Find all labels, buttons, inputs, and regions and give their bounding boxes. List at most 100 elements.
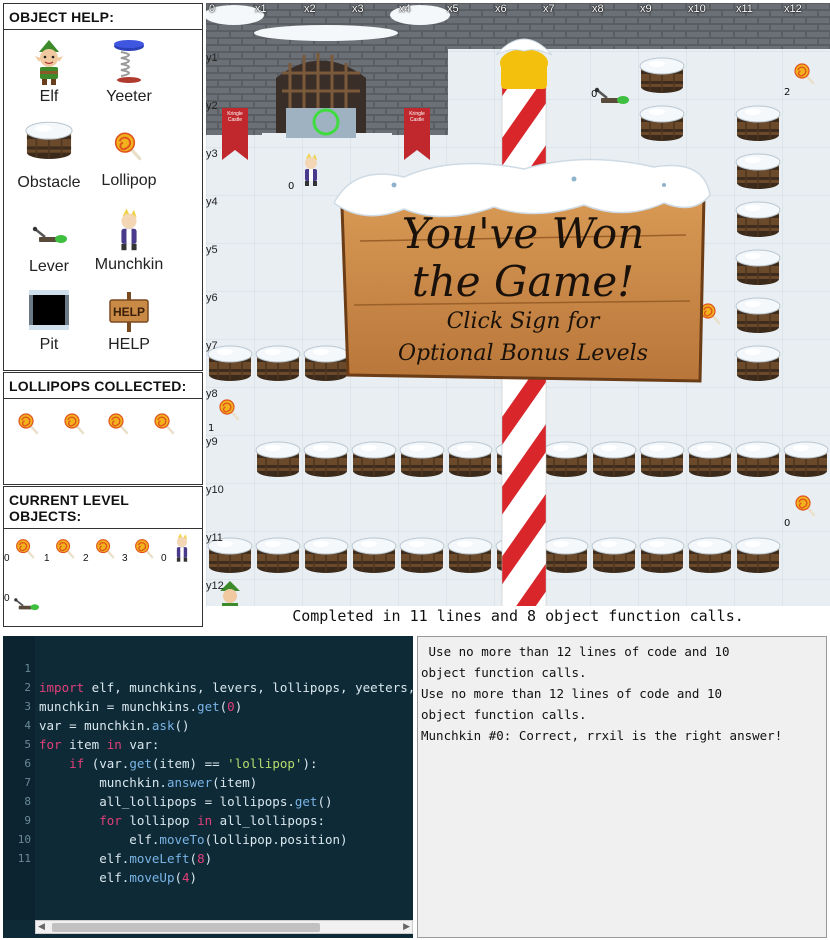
obstacle-barrel	[735, 153, 781, 190]
code-line[interactable]: 2 munchkin = munchkins.get(0)	[3, 659, 413, 714]
y-axis-label: y5	[206, 244, 218, 256]
current-level-objects-panel: CURRENT LEVEL OBJECTS: 0 1 2 3 0 0	[3, 486, 203, 627]
current-level-objects-header: CURRENT LEVEL OBJECTS:	[4, 487, 202, 529]
castle	[206, 5, 450, 160]
obstacle-barrel	[303, 537, 349, 574]
code-line[interactable]: 7 all_lollipops = lollipops.get()	[3, 754, 413, 809]
x-axis-label: x1	[255, 3, 267, 15]
help-item-lever[interactable]: Lever	[4, 216, 94, 276]
lollipop-id: 1	[208, 423, 215, 434]
code-line[interactable]: 10 elf.moveLeft(8)	[3, 811, 413, 866]
castle-banner-left: Kringle Castle	[227, 111, 243, 123]
help-item-lollipop[interactable]: Lollipop	[84, 126, 174, 190]
object-help-header: OBJECT HELP:	[4, 4, 202, 30]
level-munchkin-icon[interactable]	[170, 531, 194, 565]
code-line[interactable]: 6 munchkin.answer(item)	[3, 735, 413, 790]
code-text[interactable]: elf.moveLeft(8)	[39, 849, 212, 868]
y-axis-label: y2	[206, 100, 218, 112]
obstacle-barrel	[735, 297, 781, 334]
obstacle-barrel	[447, 537, 493, 574]
help-label-pit: Pit	[39, 336, 59, 353]
console-line: Use no more than 12 lines of code and 10	[421, 686, 723, 701]
y-axis-label: y9	[206, 436, 218, 448]
y-axis-label: y11	[206, 532, 223, 544]
lever-id: 0	[591, 89, 598, 100]
level-lollipop-icon[interactable]	[12, 535, 36, 561]
code-line[interactable]: 9 elf.moveTo(lollipop.position)	[3, 792, 413, 847]
barrel-icon	[25, 121, 73, 160]
obstacle-barrel	[303, 441, 349, 478]
scroll-right-arrow[interactable]: ▶	[403, 922, 410, 932]
level-lollipop-icon[interactable]	[92, 535, 116, 561]
lever-icon	[31, 225, 69, 245]
scroll-left-arrow[interactable]: ◀	[38, 922, 45, 932]
code-line[interactable]: 5 if (var.get(item) == 'lollipop'):	[3, 716, 413, 771]
x-axis-label: 0	[209, 3, 216, 15]
help-item-help[interactable]: HELP HELP	[84, 290, 174, 354]
x-axis-label: x7	[543, 3, 555, 15]
code-line[interactable]: 3 var = munchkin.ask()	[3, 678, 413, 733]
help-label-munchkin: Munchkin	[94, 256, 164, 273]
x-axis-label: x10	[688, 3, 706, 15]
elf-icon	[35, 40, 63, 85]
obstacle-barrel	[735, 537, 781, 574]
sign-line-1: You've Won	[401, 209, 645, 258]
obstacle-barrel	[255, 537, 301, 574]
code-line[interactable]: 8 for lollipop in all_lollipops:	[3, 773, 413, 828]
level-lever-icon[interactable]	[10, 593, 42, 617]
level-object-id: 0	[4, 593, 10, 604]
console-line: object function calls.	[421, 707, 587, 722]
help-label-obstacle: Obstacle	[17, 174, 81, 191]
munchkin-icon	[121, 208, 137, 251]
help-item-munchkin[interactable]: Munchkin	[84, 206, 174, 274]
console-line: object function calls.	[421, 665, 587, 680]
help-label-lever: Lever	[28, 258, 70, 275]
obstacle-barrel	[543, 441, 589, 478]
code-line[interactable]: 1 import elf, munchkins, levers, lollipo…	[3, 640, 413, 695]
svg-text:HELP: HELP	[113, 305, 145, 319]
level-lollipop-icon[interactable]	[52, 535, 76, 561]
x-axis-label: x8	[592, 3, 604, 15]
lollipops-collected-header: LOLLIPOPS COLLECTED:	[4, 373, 202, 399]
help-item-yeeter[interactable]: Yeeter	[84, 38, 174, 106]
munchkin-id: 0	[288, 181, 295, 192]
lollipop-id: 2	[784, 87, 791, 98]
help-item-obstacle[interactable]: Obstacle	[4, 120, 94, 192]
scrollbar-thumb[interactable]	[52, 923, 320, 932]
code-editor[interactable]: 1 import elf, munchkins, levers, lollipo…	[3, 636, 413, 938]
x-axis-label: x9	[640, 3, 652, 15]
yeeter-icon	[114, 40, 144, 83]
sign-line-2: the Game!	[411, 257, 635, 306]
sign-line-3: Click Sign for	[446, 309, 600, 334]
x-axis-label: x6	[495, 3, 507, 15]
output-console: Use no more than 12 lines of code and 10…	[417, 636, 827, 938]
level-lollipop-icon[interactable]	[131, 535, 155, 561]
help-item-elf[interactable]: Elf	[4, 38, 94, 106]
y-axis-label: y1	[206, 52, 218, 64]
obstacle-barrel	[399, 537, 445, 574]
obstacle-barrel	[687, 441, 733, 478]
obstacle-barrel	[639, 57, 685, 94]
obstacle-barrel	[735, 249, 781, 286]
editor-horizontal-scrollbar[interactable]: ◀ ▶	[35, 920, 413, 934]
game-board[interactable]: 0 x1 x2 x3 x4 x5 x6 x7 x8 x9 x10 x11 x12…	[206, 3, 830, 606]
obstacle-barrel	[447, 441, 493, 478]
victory-sign[interactable]: You've Won the Game! Click Sign for Opti…	[334, 155, 712, 387]
obstacle-barrel	[687, 537, 733, 574]
x-axis-label: x3	[352, 3, 364, 15]
obstacle-barrel	[351, 441, 397, 478]
level-object-id: 0	[161, 553, 167, 564]
lollipop-icon	[113, 131, 142, 161]
collected-lollipop-icon	[107, 412, 129, 435]
line-number: 11	[17, 852, 31, 865]
help-item-pit[interactable]: Pit	[4, 286, 94, 354]
code-text[interactable]: elf.moveUp(4)	[39, 868, 197, 887]
sign-line-4: Optional Bonus Levels	[398, 341, 648, 366]
level-object-id: 3	[122, 553, 128, 564]
castle-banner-right: Kringle Castle	[409, 111, 425, 123]
code-line[interactable]: 4 for item in var:	[3, 697, 413, 752]
y-axis-label: y12	[206, 580, 224, 592]
help-sign-icon: HELP	[109, 292, 149, 332]
y-axis-label: y4	[206, 196, 218, 208]
code-line[interactable]: 11 elf.moveUp(4)	[3, 830, 413, 885]
